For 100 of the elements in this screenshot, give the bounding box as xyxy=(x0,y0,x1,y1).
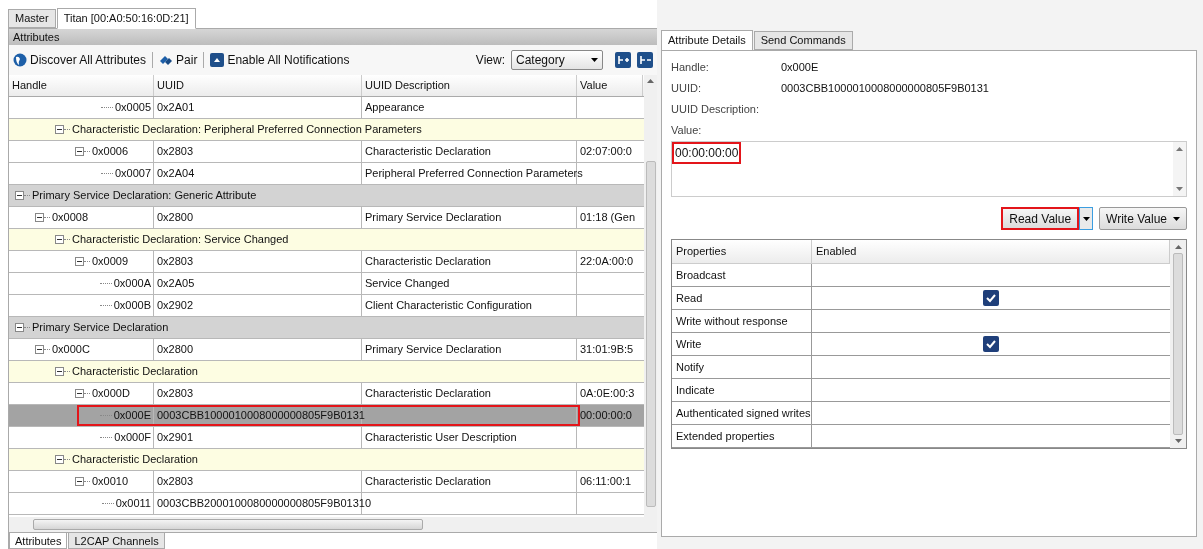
handle-cell-text: 0x000D xyxy=(92,386,130,402)
checkbox[interactable] xyxy=(983,290,999,306)
collapse-icon[interactable] xyxy=(75,147,84,156)
property-name: Read xyxy=(672,287,812,309)
value-text: 00:00:00:00 xyxy=(672,142,742,164)
vertical-scrollbar[interactable] xyxy=(1170,240,1186,448)
collapse-icon[interactable] xyxy=(55,125,64,134)
write-value-button[interactable]: Write Value xyxy=(1099,207,1187,230)
attribute-row[interactable]: 0x000F 0x2901 Characteristic User Description xyxy=(9,427,644,449)
tab[interactable]: Attributes xyxy=(9,533,68,549)
view-dropdown[interactable]: Category xyxy=(511,50,603,70)
notification-icon xyxy=(210,53,225,67)
description-cell-text: Characteristic Declaration xyxy=(365,474,491,490)
scroll-down-icon[interactable] xyxy=(1174,439,1182,443)
uuid-cell-text: 0003CBB1000010008000000805F9B0131 xyxy=(157,408,365,424)
property-name: Write xyxy=(672,333,812,355)
scroll-down-icon[interactable] xyxy=(1176,187,1183,191)
description-cell-text: Characteristic Declaration xyxy=(365,144,491,160)
read-value-button[interactable]: Read Value xyxy=(1001,207,1080,230)
tab[interactable]: Send Commands xyxy=(753,31,853,50)
column-header[interactable]: UUID Description xyxy=(362,75,577,96)
pair-button[interactable]: Pair xyxy=(159,51,198,69)
collapse-icon[interactable] xyxy=(55,367,64,376)
caret-icon xyxy=(1173,216,1180,221)
discover-button[interactable]: Discover All Attributes xyxy=(13,51,147,69)
scroll-up-icon[interactable] xyxy=(647,79,654,83)
attribute-row[interactable]: 0x0011 0003CBB2000100080000000805F9B01310 xyxy=(9,493,644,515)
uuid-cell-text: 0x2803 xyxy=(157,386,194,402)
tab[interactable]: L2CAP Channels xyxy=(68,533,165,549)
handle-cell-text: 0x000F xyxy=(114,430,151,446)
scroll-up-icon[interactable] xyxy=(1176,147,1183,151)
handle-cell-text: 0x000B xyxy=(113,298,151,314)
description-cell-text: Primary Service Declaration xyxy=(365,210,502,226)
attribute-row[interactable]: 0x000B 0x2902 Client Characteristic Configuration xyxy=(9,295,644,317)
attribute-row[interactable]: 0x000D 0x2803 Characteristic Declaration 0A:0E:00:3 xyxy=(9,383,644,405)
property-name: Indicate xyxy=(672,379,812,401)
uuid-cell-text: 0x2800 xyxy=(157,342,194,358)
handle-cell-text: 0x000C xyxy=(52,342,90,358)
attribute-row[interactable]: 0x000E 0003CBB1000010008000000805F9B0131 00:00:00:0 xyxy=(9,405,644,427)
uuid-cell-text: 0x2A05 xyxy=(157,276,195,292)
value-cell-text: 31:01:9B:5 xyxy=(580,342,634,358)
attribute-row[interactable]: 0x0009 0x2803 Characteristic Declaration 22:0A:00:0 xyxy=(9,251,644,273)
characteristic-group-label: Characteristic Declaration xyxy=(72,452,198,468)
value-cell-text: 0A:0E:00:3 xyxy=(580,386,635,402)
handle-cell-text: 0x0008 xyxy=(52,210,89,226)
collapse-icon[interactable] xyxy=(15,191,24,200)
attribute-row[interactable]: 0x0006 0x2803 Characteristic Declaration 02:07:00:0 xyxy=(9,141,644,163)
description-cell-text: Appearance xyxy=(365,100,425,116)
collapse-icon[interactable] xyxy=(55,455,64,464)
read-options-button[interactable] xyxy=(1079,207,1094,230)
property-name: Broadcast xyxy=(672,264,812,286)
uuid-cell-text: 0x2A04 xyxy=(157,166,195,182)
expand-all-icon[interactable] xyxy=(615,52,631,68)
collapse-all-icon[interactable] xyxy=(637,52,653,68)
collapse-icon[interactable] xyxy=(75,257,84,266)
value-cell-text: 00:00:00:0 xyxy=(580,408,632,424)
value-field[interactable]: 00:00:00:00 xyxy=(671,141,1187,197)
checkbox[interactable] xyxy=(983,336,999,352)
section-header: Attributes xyxy=(9,29,657,45)
column-header[interactable]: Handle xyxy=(9,75,154,96)
link-icon xyxy=(159,53,174,67)
description-cell-text: Characteristic Declaration xyxy=(365,386,491,402)
uuid-cell-text: 0x2A01 xyxy=(157,100,195,116)
globe-icon xyxy=(13,53,27,67)
characteristic-group-label: Characteristic Declaration xyxy=(72,364,198,380)
collapse-icon[interactable] xyxy=(35,213,44,222)
column-header[interactable]: UUID xyxy=(154,75,362,96)
uuid-cell-text: 0x2803 xyxy=(157,474,194,490)
collapse-icon[interactable] xyxy=(75,477,84,486)
uuid-cell-text: 0003CBB2000100080000000805F9B01310 xyxy=(157,496,372,512)
scroll-up-icon[interactable] xyxy=(1174,245,1182,249)
column-header[interactable]: Value xyxy=(577,75,643,96)
property-name: Notify xyxy=(672,356,812,378)
uuid-cell-text: 0x2803 xyxy=(157,254,194,270)
enable-notifications-button[interactable]: Enable All Notifications xyxy=(210,51,350,69)
column-header[interactable]: Properties xyxy=(672,240,812,263)
attribute-row[interactable]: 0x0005 0x2A01 Appearance xyxy=(9,97,644,119)
vertical-scrollbar[interactable] xyxy=(644,75,657,517)
tab[interactable]: Attribute Details xyxy=(661,30,753,51)
attribute-row[interactable]: 0x0010 0x2803 Characteristic Declaration 06:11:00:1 xyxy=(9,471,644,493)
field-label: Handle: xyxy=(671,60,710,76)
tab[interactable]: Master xyxy=(8,9,56,28)
collapse-icon[interactable] xyxy=(15,323,24,332)
collapse-icon[interactable] xyxy=(55,235,64,244)
value-cell-text: 22:0A:00:0 xyxy=(580,254,634,270)
tab[interactable]: Titan [00:A0:50:16:0D:21] xyxy=(56,8,196,29)
handle-cell-text: 0x0005 xyxy=(114,100,151,116)
attribute-row[interactable]: 0x000A 0x2A05 Service Changed xyxy=(9,273,644,295)
collapse-icon[interactable] xyxy=(75,389,84,398)
handle-cell-text: 0x0010 xyxy=(92,474,129,490)
uuid-cell-text: 0x2800 xyxy=(157,210,194,226)
attribute-row[interactable]: 0x0007 0x2A04 Peripheral Preferred Connection Parameters xyxy=(9,163,644,185)
property-name: Write without response xyxy=(672,310,812,332)
horizontal-scrollbar[interactable] xyxy=(9,517,657,532)
attribute-row[interactable]: 0x0008 0x2800 Primary Service Declaration 01:18 (Gen xyxy=(9,207,644,229)
handle-cell-text: 0x0009 xyxy=(92,254,129,270)
attribute-row[interactable]: 0x000C 0x2800 Primary Service Declaration 31:01:9B:5 xyxy=(9,339,644,361)
collapse-icon[interactable] xyxy=(35,345,44,354)
field-label: UUID: xyxy=(671,81,702,97)
description-cell-text: Peripheral Preferred Connection Parameters xyxy=(365,166,583,182)
